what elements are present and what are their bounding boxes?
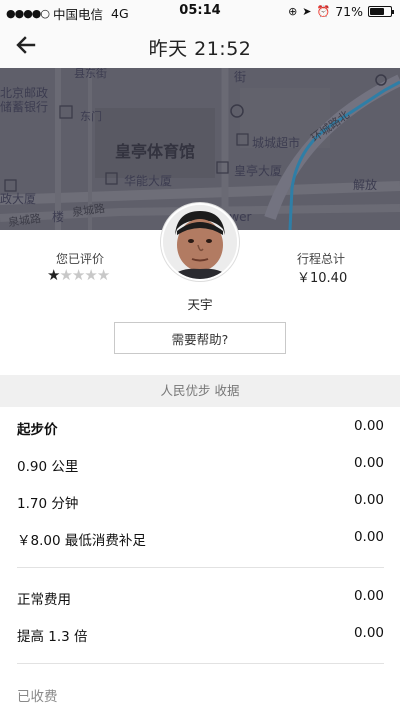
- page-title: 昨天 21:52: [148, 38, 252, 60]
- nav-bar: 昨天 21:52: [0, 22, 400, 68]
- fare-label: 正常费用: [17, 592, 71, 608]
- star-icon: ★: [59, 266, 72, 284]
- fare-amount: 0.00: [353, 625, 384, 641]
- help-button[interactable]: 需要帮助?: [114, 322, 286, 354]
- fare-row: ￥8.00 最低消费补足 0.00: [17, 529, 384, 549]
- divider: [17, 567, 384, 568]
- location-arrow-icon: ➤: [302, 5, 312, 18]
- status-bar: ●●●●○ 中国电信 4G 05:14 ⊕ ➤ ⏰ 71%: [0, 0, 400, 22]
- fare-amount: 0.00: [353, 588, 384, 604]
- map-label: 解放: [353, 178, 378, 192]
- fare-label: 0.90 公里: [17, 459, 79, 475]
- driver-avatar: [161, 203, 239, 281]
- fare-amount: 0.00: [353, 492, 384, 508]
- rated-label: 您已评价: [56, 252, 105, 266]
- star-icon: ★: [84, 266, 97, 284]
- map-label: 街: [234, 70, 247, 84]
- fare-amount: 0.00: [353, 529, 384, 545]
- star-icon: ★: [71, 266, 85, 284]
- star-icon: ★: [47, 266, 60, 284]
- status-right: ⊕ ➤ ⏰ 71%: [288, 4, 394, 19]
- map-label: 政大厦: [0, 192, 37, 206]
- battery-fill: [370, 8, 385, 15]
- fare-row: 起步价 0.00: [17, 418, 384, 438]
- trip-total-label: 行程总计: [297, 252, 346, 266]
- star-icon: ★: [96, 266, 110, 284]
- driver-photo-icon: [163, 205, 237, 279]
- rating-stars: ★★★★★: [47, 266, 110, 284]
- fare-row: 1.70 分钟 0.00: [17, 492, 384, 512]
- map-label: 储蓄银行: [0, 100, 49, 114]
- battery-percent: 71%: [335, 4, 363, 19]
- receipt-header: 人民优步 收据: [0, 375, 400, 407]
- collected-label: 已收费: [17, 689, 58, 705]
- fare-label: 1.70 分钟: [17, 496, 79, 512]
- map-label: 皇亭大厦: [234, 164, 283, 178]
- battery-icon: [368, 6, 394, 17]
- fare-label: 提高 1.3 倍: [17, 629, 88, 645]
- map-label: 楼: [52, 210, 65, 224]
- fare-amount: 0.00: [353, 418, 384, 434]
- fare-row: 提高 1.3 倍 0.00: [17, 625, 384, 645]
- fare-row: 正常费用 0.00: [17, 588, 384, 608]
- orientation-lock-icon: ⊕: [288, 5, 298, 18]
- alarm-icon: ⏰: [316, 5, 331, 18]
- fare-label: 起步价: [17, 422, 58, 438]
- map-label: 城城超市: [252, 136, 301, 150]
- map-label: 皇亭体育馆: [115, 142, 196, 161]
- map-label: 华能大厦: [124, 174, 173, 188]
- map-label: 东门: [80, 110, 102, 123]
- fare-row: 0.90 公里 0.00: [17, 455, 384, 475]
- trip-total-value: ￥10.40: [297, 271, 348, 286]
- fare-amount: 0.00: [353, 455, 384, 471]
- map-label: 县东街: [74, 68, 107, 80]
- divider: [17, 663, 384, 664]
- driver-name: 天宇: [187, 297, 213, 312]
- fare-label: ￥8.00 最低消费补足: [17, 533, 146, 549]
